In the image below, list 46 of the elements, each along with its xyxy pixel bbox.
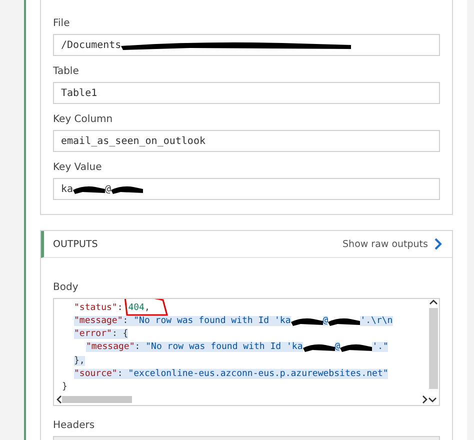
redaction-mark <box>73 184 106 194</box>
code-token: @ <box>334 342 340 352</box>
code-token: : <box>117 302 124 313</box>
field-label: Key Value <box>53 162 103 173</box>
code-token: "status" <box>74 302 118 313</box>
code-viewer[interactable]: "status": 404, "message": "No row was found with Id 'ka @ '.\r\n "error": { "message": "No row was found with Id 'ka @ '." }, "source": "excelonline-eus.azconn-eus.p.azurewebsites.net" } <box>53 298 440 406</box>
input-field[interactable]: email_as_seen_on_outlook <box>53 130 440 152</box>
code-token: }, <box>74 356 85 366</box>
code-token: '.\r\n <box>360 316 393 326</box>
field-label: Table <box>53 66 80 77</box>
section-title: OUTPUTS <box>53 238 98 250</box>
input-field[interactable]: ka @ <box>53 178 440 200</box>
scroll-left-icon <box>56 394 62 404</box>
input-field[interactable]: Table1 <box>53 82 440 104</box>
scroll-right-icon <box>422 394 428 404</box>
redaction-mark <box>302 342 335 352</box>
redaction-mark <box>111 184 144 194</box>
code-token: , <box>144 302 150 313</box>
code-token: "No row was found with Id 'ka <box>146 342 303 352</box>
redaction-mark <box>328 316 360 326</box>
code-token: : { <box>112 329 128 340</box>
input-field[interactable]: /Documents <box>53 34 440 56</box>
code-token: "excelonline-eus.azconn-eus.p.azurewebsites.net" <box>128 368 388 379</box>
redaction-mark <box>290 316 323 326</box>
code-token: 404 <box>128 302 144 313</box>
code-token: "error" <box>74 329 112 340</box>
field-label: File <box>53 18 71 29</box>
chevron-right-icon <box>434 238 442 250</box>
redaction-mark <box>340 342 372 352</box>
code-token: "message" <box>86 342 135 352</box>
code-token: '." <box>372 342 388 352</box>
code-token: "source" <box>74 368 118 379</box>
code-token: : <box>134 342 146 352</box>
scrollbar-thumb[interactable] <box>428 308 438 389</box>
code-token: "No row was found with Id 'ka <box>134 316 291 326</box>
field-label: Key Column <box>53 114 114 125</box>
scrollbar-thumb[interactable] <box>62 396 132 403</box>
scroll-down-icon <box>428 396 437 403</box>
scroll-up-icon <box>428 299 438 306</box>
show-raw-outputs-link[interactable]: Show raw outputs <box>342 238 442 250</box>
code-token: "message" <box>74 316 123 326</box>
code-token: : <box>117 368 128 379</box>
field-label: Headers <box>53 420 96 431</box>
field-label: Body <box>53 282 80 293</box>
code-token: } <box>62 382 68 392</box>
code-token: @ <box>322 316 328 326</box>
